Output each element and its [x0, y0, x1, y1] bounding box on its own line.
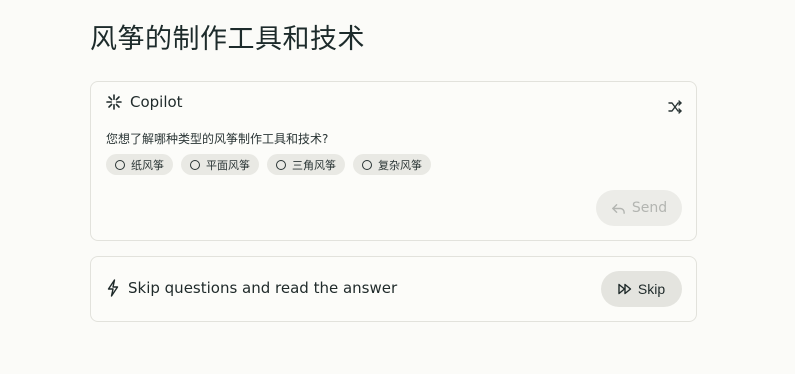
radio-icon: [362, 159, 372, 170]
skip-text: Skip questions and read the answer: [128, 279, 398, 297]
option-label: 纸风筝: [131, 158, 164, 172]
page-title: 风筝的制作工具和技术: [90, 24, 365, 55]
fast-forward-icon: [618, 283, 632, 295]
copilot-header: Copilot: [106, 93, 183, 111]
skip-label: Skip: [637, 281, 666, 297]
radio-icon: [276, 159, 286, 170]
send-button[interactable]: Send: [596, 190, 682, 226]
copilot-card: Copilot 您想了解哪种类型的风筝制作工具和技术? 纸风筝 平面风筝 三角风…: [90, 81, 697, 241]
option-triangle-kite[interactable]: 三角风筝: [267, 154, 345, 175]
option-complex-kite[interactable]: 复杂风筝: [353, 154, 431, 175]
option-label: 平面风筝: [206, 158, 250, 172]
option-label: 三角风筝: [292, 158, 336, 172]
shuffle-icon[interactable]: [667, 99, 683, 115]
answer-options: 纸风筝 平面风筝 三角风筝 复杂风筝: [106, 154, 431, 175]
skip-prompt: Skip questions and read the answer: [106, 279, 397, 297]
skip-button[interactable]: Skip: [601, 271, 682, 307]
copilot-sparkle-icon: [106, 94, 122, 110]
lightning-bolt-icon: [107, 279, 119, 297]
option-flat-kite[interactable]: 平面风筝: [181, 154, 259, 175]
copilot-title: Copilot: [130, 93, 183, 111]
radio-icon: [115, 159, 125, 170]
reply-arrow-icon: [612, 203, 625, 214]
radio-icon: [190, 159, 200, 170]
skip-card: Skip questions and read the answer Skip: [90, 256, 697, 322]
question-text: 您想了解哪种类型的风筝制作工具和技术?: [106, 132, 329, 146]
option-paper-kite[interactable]: 纸风筝: [106, 154, 173, 175]
send-label: Send: [631, 200, 668, 216]
option-label: 复杂风筝: [378, 158, 422, 172]
